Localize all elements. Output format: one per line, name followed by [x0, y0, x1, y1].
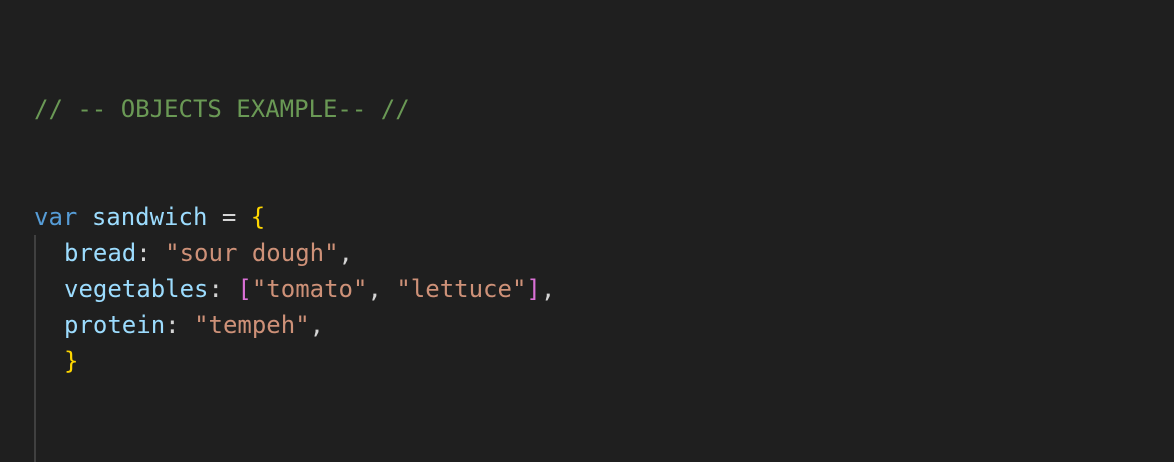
code-editor[interactable]: // -- OBJECTS EXAMPLE-- // var sandwich …	[0, 0, 1174, 462]
string-value: "lettuce"	[396, 275, 527, 303]
property-key: protein	[64, 311, 166, 339]
code-line-comment[interactable]: // -- OBJECTS EXAMPLE-- //	[34, 91, 410, 127]
close-bracket: ]	[526, 275, 541, 303]
comma: ,	[309, 311, 325, 339]
open-bracket: [	[237, 275, 252, 303]
comment-token: // -- OBJECTS EXAMPLE-- //	[34, 95, 410, 123]
string-value: "sour dough"	[165, 239, 339, 267]
colon: :	[136, 239, 151, 267]
code-line-vegetables[interactable]: vegetables: ["tomato", "lettuce"],	[34, 271, 555, 307]
code-line-declaration[interactable]: var sandwich = {	[34, 199, 265, 235]
code-line-close[interactable]: }	[34, 343, 78, 379]
open-brace: {	[250, 203, 266, 231]
string-value: "tomato"	[251, 275, 368, 303]
assignment-operator: =	[221, 203, 237, 231]
colon: :	[165, 311, 180, 339]
var-keyword: var	[34, 203, 78, 231]
close-brace: }	[64, 347, 79, 375]
code-line-protein[interactable]: protein: "tempeh",	[34, 307, 324, 343]
property-key: vegetables	[64, 275, 209, 303]
comma: ,	[338, 239, 353, 267]
code-line-bread[interactable]: bread: "sour dough",	[34, 235, 353, 271]
property-key: bread	[64, 239, 137, 267]
string-value: "tempeh"	[194, 311, 310, 339]
colon: :	[208, 275, 223, 303]
comma: ,	[367, 275, 382, 303]
variable-name: sandwich	[91, 203, 208, 231]
comma: ,	[540, 275, 556, 303]
